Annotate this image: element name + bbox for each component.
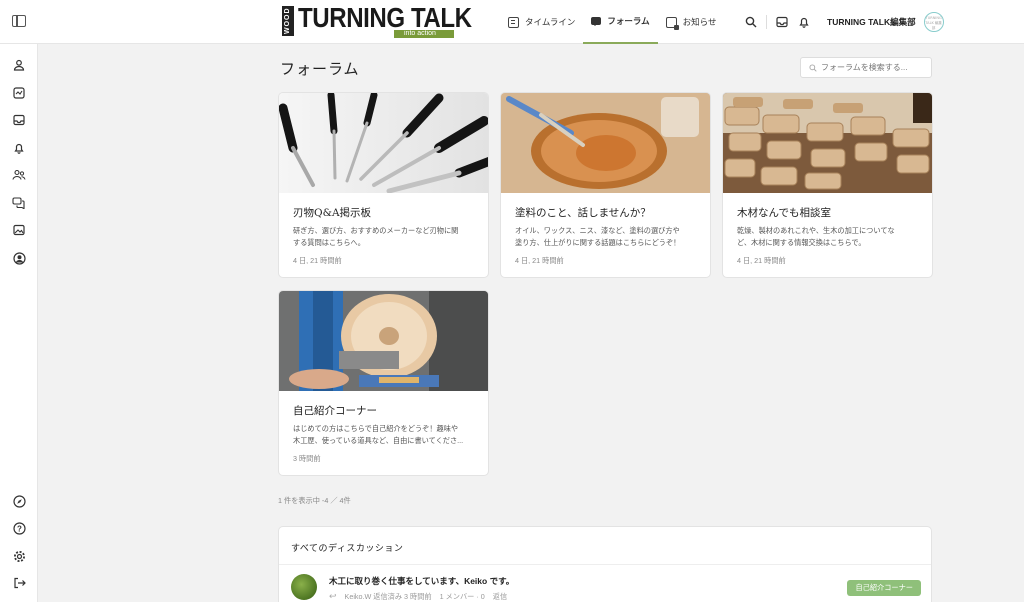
members-icon[interactable]	[11, 167, 27, 183]
photos-icon[interactable]	[11, 222, 27, 238]
discussion-title[interactable]: 木工に取り巻く仕事をしています、Keiko です。	[329, 575, 514, 587]
discussions-panel: すべてのディスカッション 木工に取り巻く仕事をしています、Keiko です。 ↩…	[278, 526, 932, 602]
reply-icon: ↩	[329, 591, 337, 601]
top-bar: WOOD TURNING TALK into action タイムライン フォー…	[0, 0, 1024, 44]
card-image-lathe	[279, 291, 488, 391]
result-count: 1 件を表示中 -4 ／ 4件	[278, 496, 351, 505]
user-name[interactable]: TURNING TALK編集部	[827, 16, 916, 28]
logo-tagline: into action	[394, 30, 454, 38]
search-icon[interactable]	[740, 11, 762, 33]
card-description: 研ぎ方、選び方、おすすめのメーカーなど刃物に関 する質問はこちらへ。	[293, 226, 459, 247]
divider	[766, 15, 767, 29]
card-time: 4 日, 21 時間前	[293, 256, 342, 265]
search-icon	[809, 63, 817, 72]
discussion-replies: 返信	[492, 591, 508, 601]
discussion-members: 1 メンバー · 0	[439, 591, 485, 601]
avatar[interactable]: TURNING TALK 編集部	[923, 12, 944, 32]
forum-icon	[591, 17, 602, 26]
settings-icon[interactable]	[11, 548, 27, 564]
nav-news-label: お知らせ	[682, 17, 717, 27]
inbox-icon[interactable]	[771, 11, 793, 33]
nav-news[interactable]: お知らせ	[658, 0, 725, 44]
forum-card[interactable]: 塗料のこと、話しませんか？ オイル、ワックス、ニス、漆など、塗料の選び方や 塗り…	[500, 92, 711, 278]
card-image-plate	[501, 93, 710, 193]
search-input[interactable]	[821, 63, 921, 72]
help-icon[interactable]: ?	[11, 520, 27, 536]
card-description: オイル、ワックス、ニス、漆など、塗料の選び方や 塗り方、仕上がりに関する話題はこ…	[515, 226, 681, 247]
forum-card[interactable]: 自己紹介コーナー はじめての方はこちらで自己紹介をどうぞ！趣味や 木工歴、使って…	[278, 290, 489, 476]
nav-forum-label: フォーラム	[607, 16, 650, 26]
card-title: 刃物Q&A掲示板	[293, 207, 372, 219]
card-title: 塗料のこと、話しませんか？	[515, 207, 651, 219]
forum-card[interactable]: 木材なんでも相談室 乾燥、製材のあれこれや、生木の加工についてな ど、木材に関す…	[722, 92, 933, 278]
timeline-icon	[508, 16, 519, 28]
news-icon	[665, 16, 679, 30]
nav-timeline-label: タイムライン	[525, 17, 576, 27]
card-image-tools	[279, 93, 488, 193]
discussion-user[interactable]: Keiko.W 返信済み 3 時間前	[345, 592, 432, 602]
discussions-heading: すべてのディスカッション	[291, 544, 404, 554]
avatar[interactable]	[291, 574, 317, 600]
forum-badge[interactable]: 自己紹介コーナー	[847, 580, 921, 596]
sidebar-toggle-icon[interactable]	[12, 15, 26, 27]
forum-card[interactable]: 刃物Q&A掲示板 研ぎ方、選び方、おすすめのメーカーなど刃物に関 する質問はこち…	[278, 92, 489, 278]
card-image-wood	[723, 93, 932, 193]
main-nav: タイムライン フォーラム お知らせ	[500, 0, 725, 44]
header-tools: TURNING TALK編集部 TURNING TALK 編集部	[740, 0, 944, 44]
activity-icon[interactable]	[11, 85, 27, 101]
divider	[279, 564, 931, 565]
discussion-row[interactable]: 木工に取り巻く仕事をしています、Keiko です。 ↩ Keiko.W 返信済み…	[289, 571, 921, 602]
bell-icon[interactable]	[793, 11, 815, 33]
compass-icon[interactable]	[11, 493, 27, 509]
notifications-icon[interactable]	[11, 140, 27, 156]
logout-icon[interactable]	[11, 575, 27, 591]
page-title: フォーラム	[280, 60, 360, 78]
card-title: 自己紹介コーナー	[293, 405, 377, 417]
card-time: 4 日, 21 時間前	[515, 256, 564, 265]
discussion-meta: ↩ Keiko.W 返信済み 3 時間前 1 メンバー · 0 返信	[329, 591, 507, 602]
logo-wood-label: WOOD	[282, 6, 294, 36]
card-time: 3 時間前	[293, 454, 321, 463]
card-description: はじめての方はこちらで自己紹介をどうぞ！趣味や 木工歴、使っている道具など、自由…	[293, 424, 464, 445]
inbox-icon[interactable]	[11, 112, 27, 128]
nav-forum[interactable]: フォーラム	[583, 0, 658, 44]
card-title: 木材なんでも相談室	[737, 207, 831, 219]
account-icon[interactable]	[11, 250, 27, 266]
forum-search[interactable]	[800, 57, 932, 78]
forums-icon[interactable]	[11, 195, 27, 211]
card-time: 4 日, 21 時間前	[737, 256, 786, 265]
profile-icon[interactable]	[11, 57, 27, 73]
sidebar: ?	[0, 44, 38, 602]
site-logo[interactable]: WOOD TURNING TALK into action	[282, 2, 472, 39]
card-description: 乾燥、製材のあれこれや、生木の加工についてな ど、木材に関する情報交換はこちらで…	[737, 226, 895, 247]
nav-timeline[interactable]: タイムライン	[500, 0, 583, 44]
svg-text:?: ?	[17, 524, 22, 533]
